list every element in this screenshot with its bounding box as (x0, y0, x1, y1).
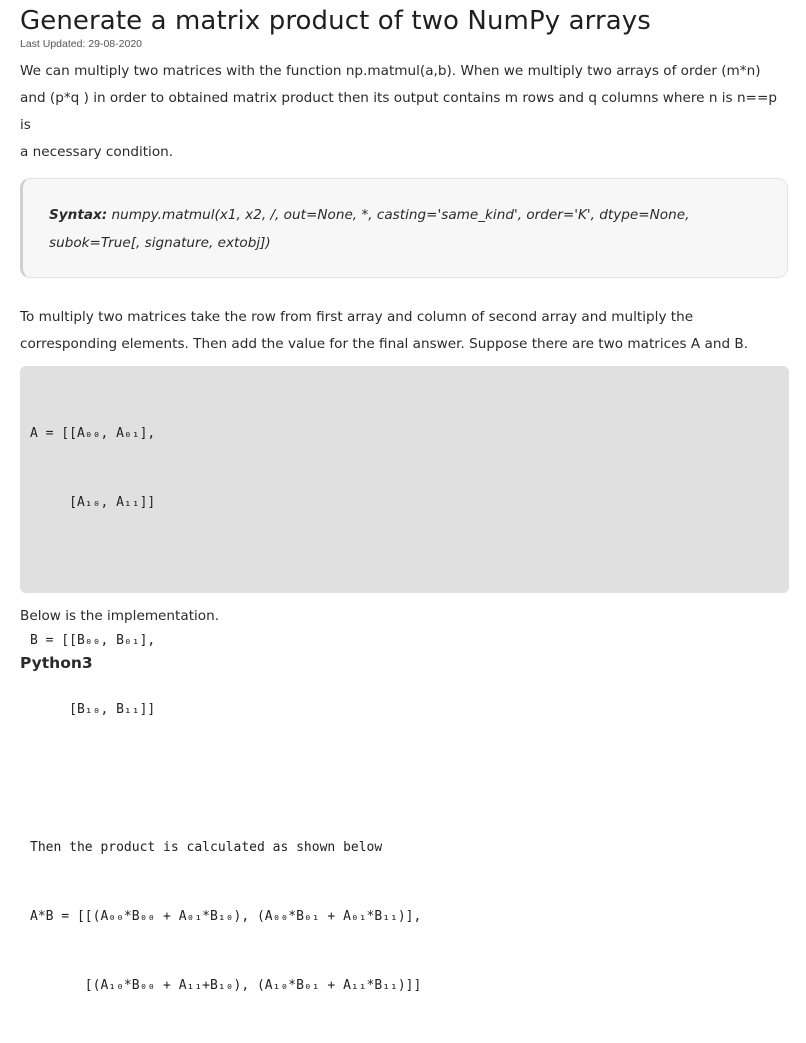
code-block[interactable]: A = [[A₀₀, A₀₁], [A₁₀, A₁₁]] B = [[B₀₀, … (20, 366, 789, 993)
code-line: A*B = [[(A₀₀*B₀₀ + A₀₁*B₁₀), (A₀₀*B₀₁ + … (30, 909, 422, 924)
explanation-paragraph: To multiply two matrices take the row fr… (20, 304, 790, 358)
code-line: [B₁₀, B₁₁]] (30, 702, 156, 717)
last-updated-date: Last Updated: 29-08-2020 (20, 38, 143, 50)
page-title: Generate a matrix product of two NumPy a… (20, 6, 651, 36)
intro-line: and (p*q ) in order to obtained matrix p… (20, 90, 777, 133)
article: Generate a matrix product of two NumPy a… (20, 0, 790, 993)
tab-python3[interactable]: Python3 (20, 654, 790, 672)
code-line: [(A₁₀*B₀₀ + A₁₁+B₁₀), (A₁₀*B₀₁ + A₁₁*B₁₁… (30, 978, 422, 993)
code-line: A = [[A₀₀, A₀₁], (30, 426, 156, 441)
syntax-label: Syntax: (49, 207, 108, 223)
intro-line: We can multiply two matrices with the fu… (20, 63, 761, 79)
syntax-signature: numpy.matmul(x1, x2, /, out=None, *, cas… (107, 207, 690, 223)
explanation-line: corresponding elements. Then add the val… (20, 336, 749, 352)
syntax-blockquote: Syntax: numpy.matmul(x1, x2, /, out=None… (20, 178, 788, 278)
intro-paragraph: We can multiply two matrices with the fu… (20, 58, 790, 166)
code-line: [A₁₀, A₁₁]] (30, 495, 156, 510)
code-line: B = [[B₀₀, B₀₁], (30, 633, 156, 648)
code-line: Then the product is calculated as shown … (30, 840, 383, 855)
explanation-line: To multiply two matrices take the row fr… (20, 309, 694, 325)
intro-line: a necessary condition. (20, 144, 174, 160)
implementation-intro: Below is the implementation. (20, 608, 220, 624)
syntax-line: Syntax: numpy.matmul(x1, x2, /, out=None… (49, 201, 761, 229)
syntax-line: subok=True[, signature, extobj]) (49, 235, 271, 251)
